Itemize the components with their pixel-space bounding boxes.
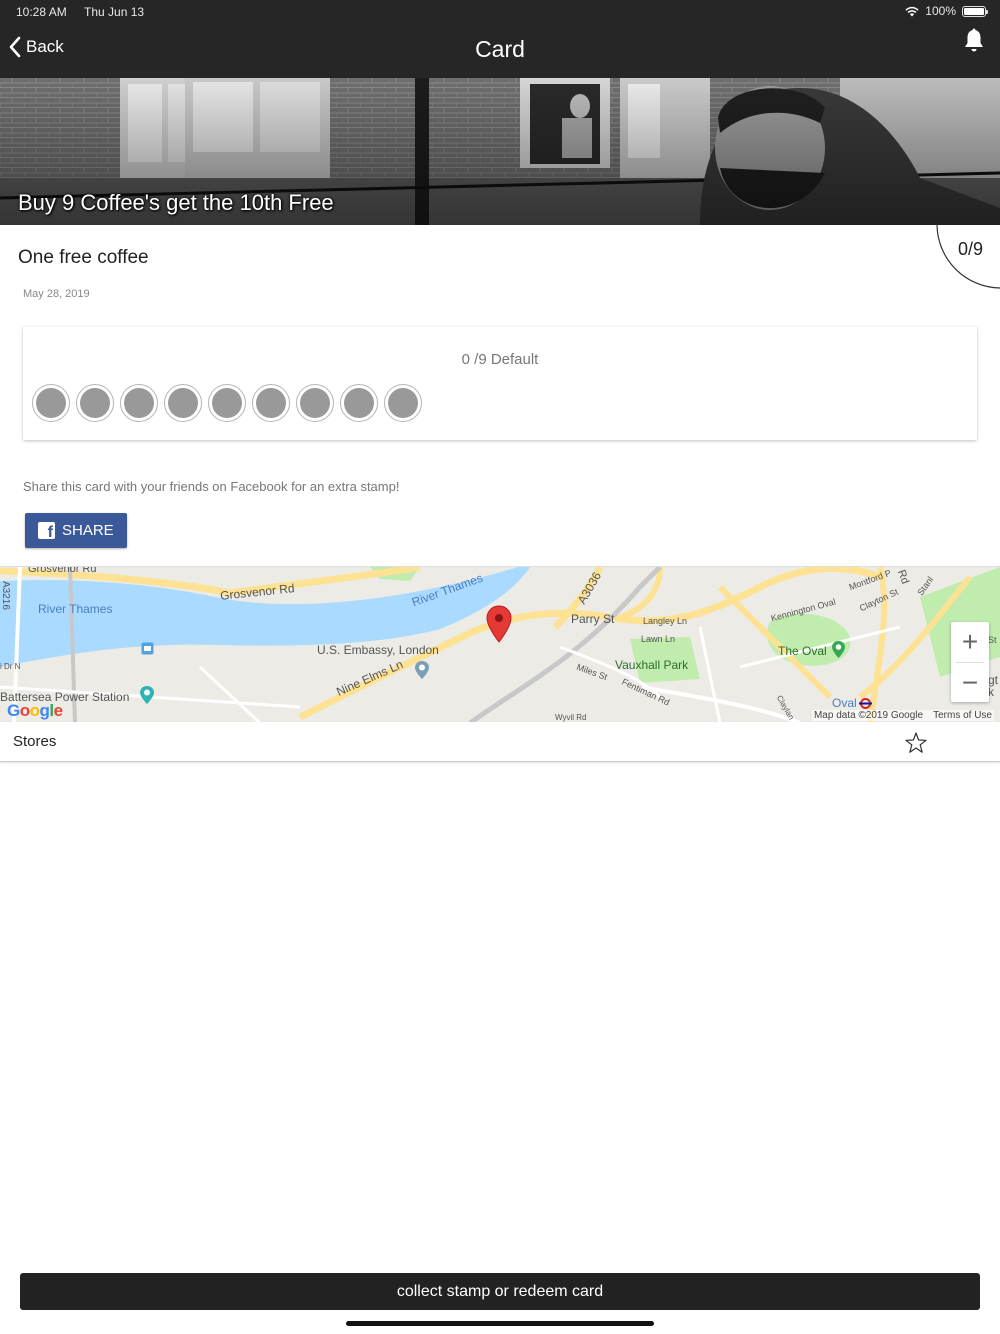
landmark-icon bbox=[415, 661, 429, 679]
map-label-dr-n: i Dr N bbox=[0, 662, 21, 671]
map-label-the-oval: The Oval bbox=[778, 644, 827, 658]
stamp-slots bbox=[32, 384, 422, 422]
stamp-empty-icon bbox=[344, 388, 374, 418]
stamp-empty-icon bbox=[212, 388, 242, 418]
stamp-slot bbox=[120, 384, 158, 422]
stamp-empty-icon bbox=[168, 388, 198, 418]
stadium-icon bbox=[832, 641, 845, 658]
map-label-parry-st: Parry St bbox=[571, 612, 615, 626]
map-label-right-edge-top: St bbox=[988, 635, 997, 645]
map-label-wyvil-rd: Wyvil Rd bbox=[555, 713, 587, 722]
stamp-slot bbox=[32, 384, 70, 422]
stamp-empty-icon bbox=[388, 388, 418, 418]
map-label-oval: Oval bbox=[832, 696, 857, 710]
page-title: Card bbox=[475, 36, 525, 62]
status-time: 10:28 AM bbox=[16, 5, 67, 19]
stamp-empty-icon bbox=[256, 388, 286, 418]
map-label-us-embassy: U.S. Embassy, London bbox=[317, 643, 439, 657]
stamp-card: 0 /9 Default bbox=[23, 327, 977, 440]
battery-percent: 100% bbox=[925, 4, 956, 18]
stamp-slot bbox=[384, 384, 422, 422]
google-logo: Google bbox=[7, 701, 63, 720]
card-date: May 28, 2019 bbox=[23, 288, 90, 300]
store-location-pin-icon[interactable] bbox=[486, 605, 512, 643]
map-label-langley-ln: Langley Ln bbox=[643, 616, 688, 626]
progress-counter: 0/9 bbox=[958, 239, 984, 259]
share-button-label: SHARE bbox=[62, 522, 114, 539]
progress-ring bbox=[936, 224, 1000, 289]
stamp-count-label: 0 /9 Default bbox=[461, 351, 539, 368]
status-bar-right: 100% bbox=[905, 4, 988, 18]
map-label-vauxhall-park: Vauxhall Park bbox=[615, 658, 689, 672]
stamp-slot bbox=[296, 384, 334, 422]
stamp-slot bbox=[76, 384, 114, 422]
stamp-empty-icon bbox=[300, 388, 330, 418]
map-label-lawn-ln: Lawn Ln bbox=[641, 634, 676, 644]
stamp-slot bbox=[252, 384, 290, 422]
collect-stamp-button[interactable]: collect stamp or redeem card bbox=[20, 1273, 980, 1310]
card-hero-image: Buy 9 Coffee's get the 10th Free bbox=[0, 78, 1000, 225]
terms-of-use-link[interactable]: Terms of Use bbox=[933, 710, 992, 721]
map-attribution: Map data ©2019 Google Terms of Use bbox=[811, 710, 994, 721]
stamp-slot bbox=[340, 384, 378, 422]
underground-icon bbox=[859, 698, 872, 709]
card-title: Buy 9 Coffee's get the 10th Free bbox=[18, 190, 334, 215]
stamp-empty-icon bbox=[80, 388, 110, 418]
star-outline-icon[interactable] bbox=[904, 731, 928, 755]
map-label-a3216: A3216 bbox=[0, 581, 11, 610]
battery-icon bbox=[962, 5, 988, 17]
top-bar: 10:28 AM Thu Jun 13 100% Back Card bbox=[0, 0, 1000, 78]
bell-icon[interactable] bbox=[962, 28, 986, 54]
attraction-icon bbox=[140, 686, 154, 704]
wifi-icon bbox=[905, 6, 919, 16]
status-bar-left: 10:28 AM Thu Jun 13 bbox=[16, 5, 144, 19]
card-name: One free coffee bbox=[18, 247, 149, 268]
map-label-river-thames-left: River Thames bbox=[38, 602, 113, 616]
share-prompt: Share this card with your friends on Fac… bbox=[23, 479, 400, 494]
stamp-slot bbox=[164, 384, 202, 422]
stores-row[interactable]: Stores bbox=[0, 722, 1000, 762]
stores-label: Stores bbox=[13, 733, 57, 750]
status-date: Thu Jun 13 bbox=[84, 5, 145, 19]
map-data-credit: Map data ©2019 Google bbox=[813, 710, 924, 721]
map-label-grosvenor-top: Grosvenor Rd bbox=[28, 566, 97, 575]
stamp-slot bbox=[208, 384, 246, 422]
stamp-empty-icon bbox=[124, 388, 154, 418]
map-zoom-controls: + − bbox=[951, 622, 989, 702]
facebook-icon bbox=[38, 522, 55, 542]
zoom-in-button[interactable]: + bbox=[951, 622, 989, 662]
zoom-out-button[interactable]: − bbox=[951, 663, 989, 703]
facebook-share-button[interactable]: SHARE bbox=[25, 513, 127, 548]
embassy-icon bbox=[141, 642, 154, 655]
home-indicator bbox=[346, 1321, 654, 1326]
store-map[interactable]: Grosvenor Rd A3216 River Thames Grosveno… bbox=[0, 566, 1000, 722]
stamp-empty-icon bbox=[36, 388, 66, 418]
